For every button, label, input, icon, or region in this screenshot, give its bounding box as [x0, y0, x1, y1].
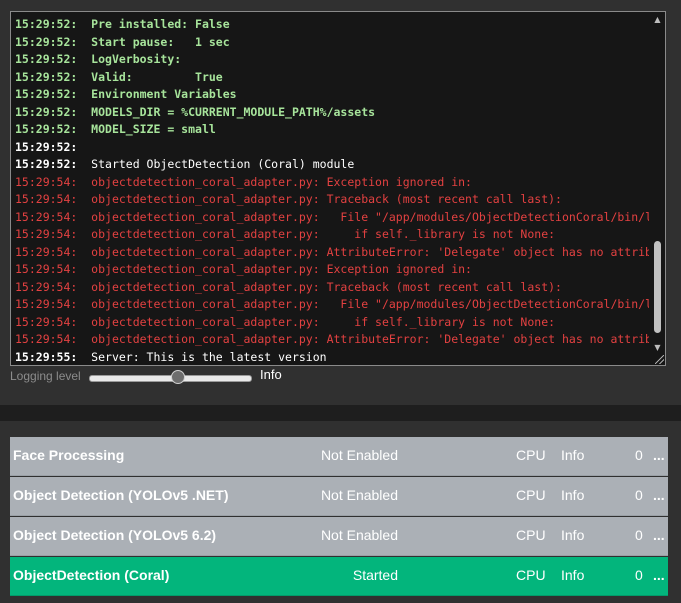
log-line-error: 15:29:54: objectdetection_coral_adapter.…: [15, 244, 649, 259]
module-count: 0: [635, 447, 643, 463]
logging-level-slider[interactable]: [89, 370, 252, 384]
module-list: Face Processing Not Enabled CPU Info 0 .…: [10, 437, 668, 597]
log-line: 15:29:52: Pre installed: False: [15, 17, 230, 31]
logging-level-label: Logging level: [10, 369, 81, 383]
module-processor: CPU: [516, 447, 546, 463]
more-options-button[interactable]: ...: [653, 487, 665, 503]
log-line-error: 15:29:54: objectdetection_coral_adapter.…: [15, 174, 472, 189]
module-status: Not Enabled: [320, 447, 398, 463]
log-line-error: 15:29:54: objectdetection_coral_adapter.…: [15, 192, 562, 206]
module-log-level: Info: [561, 487, 585, 503]
module-name: Object Detection (YOLOv5 6.2): [13, 527, 217, 543]
log-line: 15:29:52: MODELS_DIR = %CURRENT_MODULE_P…: [15, 104, 376, 119]
module-row[interactable]: Object Detection (YOLOv5 6.2) Not Enable…: [10, 517, 668, 556]
module-name: Face Processing: [13, 447, 125, 463]
module-processor: CPU: [516, 567, 546, 583]
log-line-error: 15:29:54: objectdetection_coral_adapter.…: [15, 209, 649, 224]
module-count: 0: [635, 567, 643, 583]
module-status: Not Enabled: [320, 527, 398, 543]
log-line: 15:29:52: Start pause: 1 sec: [15, 34, 230, 49]
module-log-level: Info: [561, 567, 585, 583]
more-options-button[interactable]: ...: [653, 527, 665, 543]
module-status: Not Enabled: [320, 487, 398, 503]
slider-thumb[interactable]: [171, 370, 185, 384]
log-output-panel[interactable]: 15:29:52: Pre installed: False 15:29:52:…: [10, 11, 666, 366]
log-scrollbar[interactable]: ▲ ▼: [650, 12, 665, 365]
log-line-error: 15:29:54: objectdetection_coral_adapter.…: [15, 314, 556, 329]
log-line-error: 15:29:54: objectdetection_coral_adapter.…: [15, 332, 649, 346]
module-log-level: Info: [561, 527, 585, 543]
triangle-down-icon[interactable]: ▼: [652, 342, 663, 353]
log-line: 15:29:55: Server: This is the latest ver…: [15, 349, 327, 364]
module-processor: CPU: [516, 527, 546, 543]
log-line-error: 15:29:54: objectdetection_coral_adapter.…: [15, 262, 472, 276]
module-name: Object Detection (YOLOv5 .NET): [13, 487, 229, 503]
triangle-up-icon[interactable]: ▲: [652, 14, 663, 25]
more-options-button[interactable]: ...: [653, 567, 665, 583]
log-line-error: 15:29:54: objectdetection_coral_adapter.…: [15, 297, 649, 311]
section-divider: [0, 405, 681, 421]
module-row[interactable]: Face Processing Not Enabled CPU Info 0 .…: [10, 437, 668, 476]
log-line: 15:29:52: MODEL_SIZE = small: [15, 122, 216, 136]
log-line: 15:29:52: Valid: True: [15, 69, 223, 84]
resize-grip-icon[interactable]: [655, 355, 664, 364]
module-name: ObjectDetection (Coral): [13, 567, 170, 583]
log-line: 15:29:52: LogVerbosity:: [15, 52, 182, 66]
more-options-button[interactable]: ...: [653, 447, 665, 463]
module-row-active[interactable]: ObjectDetection (Coral) Started CPU Info…: [10, 557, 668, 596]
module-count: 0: [635, 487, 643, 503]
module-log-level: Info: [561, 447, 585, 463]
scrollbar-thumb[interactable]: [654, 241, 661, 333]
log-line: 15:29:52: Environment Variables: [15, 87, 237, 101]
module-row[interactable]: Object Detection (YOLOv5 .NET) Not Enabl…: [10, 477, 668, 516]
log-line-error: 15:29:54: objectdetection_coral_adapter.…: [15, 279, 562, 294]
module-count: 0: [635, 527, 643, 543]
module-processor: CPU: [516, 487, 546, 503]
module-status: Started: [352, 567, 398, 583]
log-line: 15:29:52: Started ObjectDetection (Coral…: [15, 157, 355, 171]
log-line: 15:29:52:: [15, 139, 78, 154]
log-lines: 15:29:52: Pre installed: False 15:29:52:…: [15, 16, 649, 365]
logging-level-control: Logging level Info: [10, 367, 670, 387]
logging-level-value: Info: [260, 367, 282, 382]
log-line-error: 15:29:54: objectdetection_coral_adapter.…: [15, 227, 556, 241]
